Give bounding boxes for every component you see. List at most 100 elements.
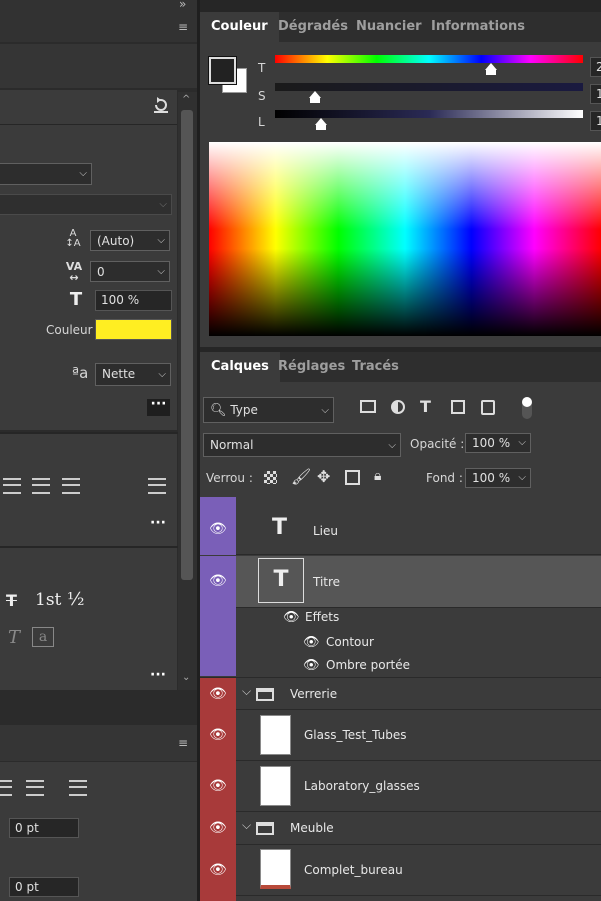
opacity-field[interactable]: 100 % ⌵ (465, 433, 531, 453)
tab-informations[interactable]: Informations (420, 12, 536, 42)
visibility-toggle[interactable]: 👁︎ (200, 678, 236, 711)
opacity-value: 100 % (472, 436, 511, 450)
leading-dropdown[interactable]: (Auto) ⌵ (90, 230, 170, 251)
slider-value-l[interactable]: 1 (590, 111, 601, 131)
layer-name: Glass_Test_Tubes (304, 728, 407, 742)
stylistic-alternates-icon[interactable]: a (32, 627, 54, 647)
right-top-strip (200, 0, 601, 12)
eye-icon: 👁︎ (209, 820, 227, 836)
panel-menu-icon[interactable]: ≡ (178, 20, 188, 34)
align-justify-right-icon[interactable] (62, 478, 80, 494)
indent-field-1[interactable]: 0 pt (9, 818, 79, 838)
leading-icon: A ↕A (65, 228, 81, 249)
chevron-up-icon[interactable]: ^ (182, 94, 190, 105)
next-row-strip (200, 896, 236, 901)
layer-row-titre[interactable]: 👁︎ T Titre (200, 556, 601, 608)
eye-icon[interactable]: 👁︎ (303, 658, 320, 673)
more-options-icon[interactable]: ··· (150, 515, 166, 531)
layer-row-verrerie[interactable]: 👁︎ ⌵ Verrerie (200, 677, 601, 711)
reset-icon[interactable] (152, 96, 170, 114)
collapse-icon[interactable]: » (179, 0, 186, 11)
text-filter-icon[interactable]: T (420, 397, 431, 416)
lock-pixels-icon[interactable]: 🖌︎ (291, 467, 311, 486)
layer-row-glass-test-tubes[interactable]: 👁︎ Glass_Test_Tubes (200, 710, 601, 761)
layer-name: Titre (313, 575, 341, 589)
slider-value-s[interactable]: 1 (590, 84, 601, 104)
font-style-dropdown[interactable]: ⌵ (0, 194, 172, 215)
chevron-down-icon[interactable]: ⌵ (242, 818, 251, 833)
filter-toggle[interactable] (522, 397, 532, 419)
saturation-slider-track[interactable] (275, 83, 583, 91)
titling-alternates-icon[interactable]: T (8, 627, 20, 648)
align-justify-center-icon[interactable] (32, 478, 50, 494)
slider-value-t[interactable]: 2 (590, 57, 601, 77)
align-center-icon[interactable] (26, 780, 44, 796)
lock-all-icon[interactable]: 🔒︎ (374, 468, 381, 484)
align-left-icon[interactable] (0, 780, 12, 796)
eye-icon[interactable]: 👁︎ (303, 635, 320, 650)
slider-handle-base (310, 98, 321, 103)
visibility-toggle[interactable]: 👁︎ (200, 845, 236, 896)
eye-icon: 👁︎ (209, 686, 227, 702)
visibility-toggle[interactable]: 👁︎ (200, 503, 236, 555)
effect-name: Contour (326, 635, 374, 649)
slider-handle[interactable] (484, 63, 497, 70)
eye-icon: 👁︎ (209, 727, 227, 743)
align-right-icon[interactable] (69, 780, 87, 796)
layer-row-meuble[interactable]: 👁︎ ⌵ Meuble (200, 812, 601, 845)
slider-handle[interactable] (315, 118, 328, 125)
layer-thumbnail (260, 766, 291, 806)
horizontal-scale-field[interactable]: 100 % (95, 290, 172, 311)
lock-position-icon[interactable]: ✥ (317, 467, 330, 486)
align-justify-left-icon[interactable] (3, 478, 21, 494)
shape-filter-icon[interactable] (451, 400, 465, 414)
lock-transparency-icon[interactable] (264, 471, 277, 484)
tab-tracs[interactable]: Tracés (341, 352, 410, 382)
foreground-color-swatch[interactable] (208, 56, 237, 85)
chevron-down-icon[interactable]: ⌵ (242, 684, 251, 699)
layer-filter-dropdown[interactable]: 🔍︎ Type ⌵ (203, 397, 334, 423)
divider (0, 690, 197, 724)
font-family-dropdown[interactable]: ⌵ (0, 163, 92, 185)
align-justify-all-icon[interactable] (148, 478, 166, 494)
hue-slider-track[interactable] (275, 55, 583, 63)
visibility-toggle[interactable]: 👁︎ (200, 761, 236, 812)
antialias-icon: ªa (72, 364, 89, 382)
ordinal-icon[interactable]: 1st (35, 590, 61, 610)
left-scrollbar-thumb[interactable] (181, 110, 193, 580)
antialias-dropdown[interactable]: Nette ⌵ (95, 363, 171, 386)
color-spectrum[interactable] (209, 142, 601, 336)
visibility-toggle[interactable]: 👁︎ (200, 710, 236, 761)
tracking-icon: VA ↔ (65, 260, 83, 284)
chevron-down-icon[interactable]: ⌄ (182, 672, 190, 683)
indent-field-2[interactable]: 0 pt (9, 877, 79, 897)
visibility-toggle[interactable]: 👁︎ (200, 812, 236, 845)
effects-block (200, 608, 236, 676)
visibility-toggle[interactable]: 👁︎ (200, 556, 236, 608)
tracking-dropdown[interactable]: 0 ⌵ (90, 261, 170, 282)
layer-row-laboratory-glasses[interactable]: 👁︎ Laboratory_glasses (200, 761, 601, 812)
fraction-icon[interactable]: ½ (67, 589, 84, 610)
adjustment-filter-icon[interactable] (391, 400, 405, 414)
blend-mode-dropdown[interactable]: Normal ⌵ (203, 433, 401, 457)
smart-object-filter-icon[interactable] (481, 400, 495, 415)
eye-icon[interactable]: 👁︎ (283, 610, 300, 625)
lock-artboard-icon[interactable] (345, 470, 360, 485)
left-subheader (0, 44, 197, 88)
strikethrough-icon[interactable]: T (6, 591, 17, 610)
chevron-down-icon: ⌵ (518, 472, 526, 483)
layer-row-lieu[interactable]: 👁︎ T Lieu (200, 503, 601, 555)
more-options-button[interactable]: ··· (147, 397, 170, 416)
lightness-slider-track[interactable] (275, 110, 583, 118)
text-color-swatch[interactable] (95, 319, 172, 340)
fill-field[interactable]: 100 % ⌵ (465, 468, 531, 488)
slider-handle[interactable] (309, 91, 322, 98)
chevron-down-icon: ⌵ (321, 405, 329, 416)
layer-name: Laboratory_glasses (304, 779, 420, 793)
horizontal-scale-icon: T (69, 289, 83, 310)
layer-name: Verrerie (290, 687, 338, 701)
image-filter-icon[interactable] (360, 400, 376, 413)
more-options-icon[interactable]: ··· (150, 667, 166, 683)
panel-menu-icon[interactable]: ≡ (178, 736, 188, 750)
layer-row-complet-bureau[interactable]: 👁︎ Complet_bureau (200, 845, 601, 896)
